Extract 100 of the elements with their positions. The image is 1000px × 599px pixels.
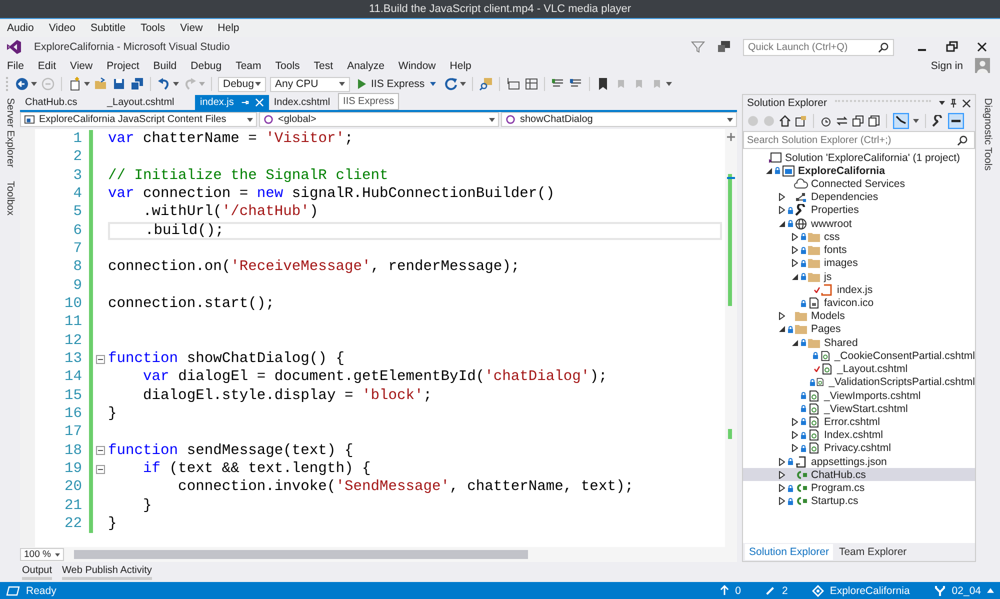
run-button[interactable]: IIS Express (354, 76, 440, 92)
collapse-icon[interactable] (96, 354, 105, 364)
tree-item[interactable]: images (743, 256, 975, 270)
menu-item[interactable]: Tools (140, 22, 166, 34)
file-tab[interactable]: Index.cshtml (268, 95, 336, 110)
caret-icon[interactable] (31, 82, 37, 86)
new-project-icon[interactable] (68, 77, 82, 91)
collapse-icon[interactable] (96, 446, 105, 456)
branch-name[interactable]: 02_04 (952, 584, 981, 596)
sign-in-link[interactable]: Sign in (930, 60, 963, 72)
history-icon[interactable] (820, 115, 832, 127)
tree-item[interactable]: _ViewImports.cshtml (743, 388, 975, 402)
menu-item[interactable]: Video (48, 22, 76, 34)
scrollbar[interactable] (725, 129, 737, 547)
open-folder-icon[interactable] (94, 77, 108, 91)
back-icon[interactable] (15, 77, 29, 91)
tree-item[interactable]: js (743, 270, 975, 284)
menu-item[interactable]: Edit (38, 60, 56, 72)
caret-icon[interactable] (173, 82, 179, 86)
panel-tab[interactable]: Solution Explorer (745, 544, 833, 560)
tree-item[interactable]: favicon.ico (743, 296, 975, 310)
tree-item[interactable]: _CookieConsentPartial.cshtml (743, 349, 975, 362)
feedback-icon[interactable] (717, 40, 731, 54)
tree-item[interactable]: Dependencies (743, 190, 975, 204)
caret-icon[interactable] (460, 82, 466, 86)
side-tab[interactable]: Toolbox (4, 181, 16, 216)
tree-item[interactable]: Program.cs (743, 481, 975, 495)
tree-item[interactable]: ChatHub.cs (743, 468, 975, 482)
save-all-icon[interactable] (130, 77, 144, 91)
diamond-icon[interactable] (812, 584, 824, 596)
changes-count[interactable]: 2 (782, 584, 788, 596)
home-icon[interactable] (779, 115, 791, 127)
sync-icon[interactable] (836, 115, 848, 127)
tree-item[interactable]: Pages (743, 322, 975, 336)
tree-item[interactable]: appsettings.json (743, 455, 975, 468)
menu-item[interactable]: Tools (275, 60, 300, 72)
quick-launch-field[interactable]: Quick Launch (Ctrl+Q) (743, 38, 894, 56)
tree-item[interactable]: wwwroot (743, 217, 975, 230)
menu-item[interactable]: View (70, 60, 93, 72)
table-icon[interactable] (524, 77, 538, 91)
collapse-icon[interactable] (96, 464, 105, 474)
expanded-arrow-icon[interactable] (779, 326, 785, 332)
expanded-arrow-icon[interactable] (766, 168, 772, 174)
side-tab[interactable]: Diagnostic Tools (982, 98, 993, 171)
member-dropdown[interactable]: showChatDialog (501, 112, 737, 127)
pencil-icon[interactable] (764, 585, 776, 596)
tree-item[interactable]: Startup.cs (743, 494, 975, 508)
tree-item[interactable]: fonts (743, 244, 975, 257)
menu-item[interactable]: File (7, 60, 24, 72)
restore-icon[interactable] (946, 41, 958, 53)
branch-icon[interactable] (934, 584, 946, 596)
caret-icon[interactable] (84, 82, 90, 86)
menu-item[interactable]: Subtitle (90, 22, 126, 34)
menu-item[interactable]: Analyze (347, 60, 384, 72)
menu-item[interactable]: Build (153, 60, 177, 72)
tree-item[interactable]: ExploreCalifornia (743, 164, 975, 178)
copy-icon[interactable] (868, 115, 880, 127)
menu-item[interactable]: Help (450, 60, 472, 72)
side-tab[interactable]: Server Explorer (4, 98, 16, 168)
menu-item[interactable]: Test (314, 60, 334, 72)
tree-item[interactable]: Error.cshtml (743, 415, 975, 429)
menu-item[interactable]: Help (218, 22, 240, 34)
tree-item[interactable]: _ViewStart.cshtml (743, 402, 975, 416)
push-count[interactable]: 0 (735, 584, 741, 596)
scope-dropdown[interactable]: <global> (259, 112, 499, 127)
platform-dropdown[interactable]: Any CPU (270, 76, 350, 92)
filter-icon[interactable] (691, 40, 705, 54)
tree-item[interactable]: css (743, 230, 975, 244)
search-field[interactable]: Search Solution Explorer (Ctrl+;) (743, 131, 975, 149)
pin-icon[interactable] (949, 98, 958, 108)
wrench-icon[interactable] (932, 115, 944, 127)
repository-name[interactable]: ExploreCalifornia (830, 584, 910, 596)
menu-item[interactable]: Project (106, 60, 140, 72)
tree-item[interactable]: Privacy.cshtml (743, 442, 975, 456)
tree-item[interactable]: Shared (743, 336, 975, 350)
panel-tab[interactable]: Team Explorer (834, 544, 911, 560)
tree-item[interactable]: Connected Services (743, 177, 975, 191)
expanded-arrow-icon[interactable] (792, 340, 798, 346)
menu-item[interactable]: Team (236, 60, 262, 72)
caret-icon[interactable] (913, 119, 919, 123)
file-tab[interactable]: _Layout.cshtml (102, 95, 195, 110)
switch-views-icon[interactable] (795, 115, 807, 127)
configuration-dropdown[interactable]: Debug (218, 76, 266, 92)
tree-item[interactable]: Models (743, 310, 975, 323)
close-icon[interactable] (962, 98, 971, 108)
menu-item[interactable]: Window (398, 60, 436, 72)
expanded-arrow-icon[interactable] (779, 220, 785, 227)
undo-icon[interactable] (157, 77, 171, 91)
collapse-all-icon[interactable] (852, 115, 864, 127)
tree-item[interactable]: Solution 'ExploreCalifornia' (1 project) (743, 151, 975, 164)
menu-item[interactable]: Debug (190, 60, 222, 72)
tree-item[interactable]: _ValidationScriptsPartial.cshtml (743, 376, 975, 389)
collapsed-arrow-icon[interactable] (779, 312, 785, 320)
scroll-up-icon[interactable] (726, 132, 736, 142)
tree-item[interactable]: Index.cshtml (743, 428, 975, 442)
up-arrow-icon[interactable] (720, 585, 730, 596)
save-icon[interactable] (112, 77, 126, 91)
tree-item[interactable]: index.js (743, 283, 975, 296)
expanded-arrow-icon[interactable] (792, 274, 798, 280)
find-icon[interactable] (478, 77, 493, 91)
